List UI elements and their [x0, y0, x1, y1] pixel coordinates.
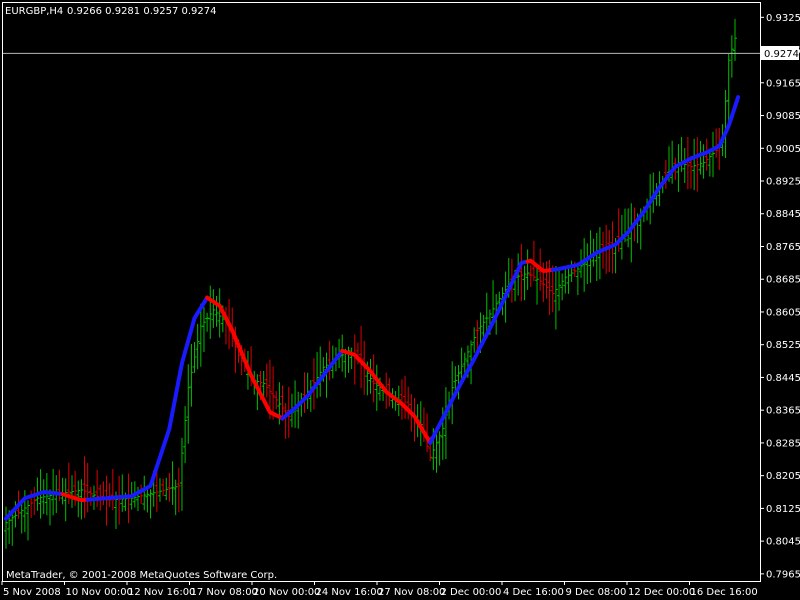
x-tick-label: 2 Dec 00:00: [441, 587, 502, 598]
y-tick-label: 0.8765: [766, 242, 800, 253]
x-tick-label: 12 Nov 16:00: [128, 587, 195, 598]
x-tick-label: 12 Dec 00:00: [628, 587, 695, 598]
y-tick-label: 0.8525: [766, 340, 800, 351]
x-tick-label: 24 Nov 16:00: [316, 587, 383, 598]
x-tick-label: 10 Nov 00:00: [66, 587, 133, 598]
y-tick-label: 0.8845: [766, 209, 800, 220]
y-tick-label: 0.8285: [766, 438, 800, 449]
x-tick-label: 20 Nov 00:00: [253, 587, 320, 598]
y-tick-label: 0.9005: [766, 144, 800, 155]
y-tick-label: 0.9325: [766, 13, 800, 24]
y-tick-label: 0.9085: [766, 111, 800, 122]
current-price-value: 0.9274: [764, 49, 799, 60]
x-tick-label: 16 Dec 16:00: [691, 587, 758, 598]
y-tick-label: 0.8685: [766, 275, 800, 286]
y-tick-label: 0.8925: [766, 177, 800, 188]
y-tick-label: 0.8445: [766, 373, 800, 384]
y-tick-label: 0.8365: [766, 406, 800, 417]
y-tick-label: 0.8125: [766, 504, 800, 515]
x-tick-label: 27 Nov 08:00: [378, 587, 445, 598]
x-tick-label: 4 Dec 16:00: [503, 587, 564, 598]
x-tick-label: 5 Nov 2008: [3, 587, 61, 598]
y-tick-label: 0.8205: [766, 471, 800, 482]
current-price-label: 0.9274: [761, 46, 799, 60]
y-tick-label: 0.8045: [766, 537, 800, 548]
ohlc-readout: 0.9266 0.9281 0.9257 0.9274: [67, 6, 217, 17]
x-tick-label: 17 Nov 08:00: [191, 587, 258, 598]
copyright-text: MetaTrader, © 2001-2008 MetaQuotes Softw…: [6, 570, 277, 581]
x-tick-label: 9 Dec 08:00: [566, 587, 627, 598]
chart-window[interactable]: 0.93250.92450.91650.90850.90050.89250.88…: [0, 0, 800, 600]
plot-background: [0, 0, 800, 600]
y-tick-label: 0.9165: [766, 78, 800, 89]
y-tick-label: 0.7965: [766, 569, 800, 580]
symbol-label: EURGBP,H4: [5, 6, 63, 17]
price-chart: 0.93250.92450.91650.90850.90050.89250.88…: [0, 0, 800, 600]
y-tick-label: 0.8605: [766, 307, 800, 318]
